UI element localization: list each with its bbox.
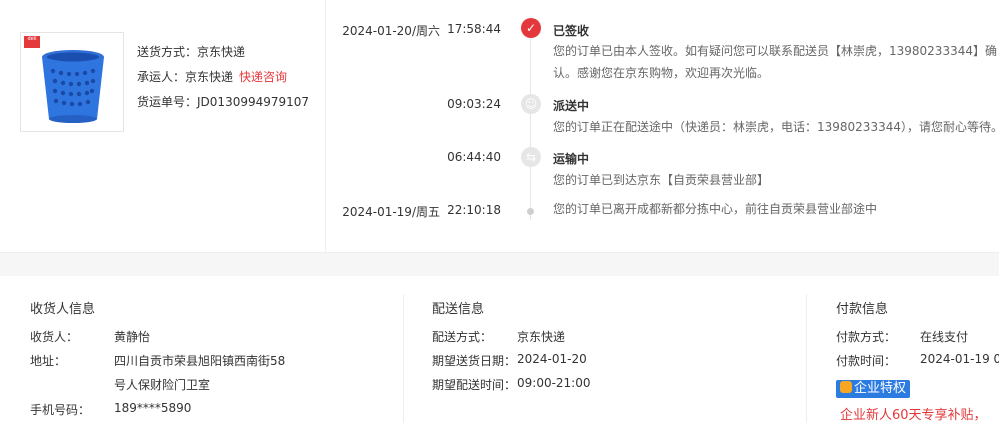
carrier-value: 京东快递 [185,70,234,84]
timeline-description: 您的订单已由本人签收。如有疑问您可以联系配送员【林崇虎，13980233344】… [553,44,997,80]
timeline-date: 2024-01-20/周六 [342,24,440,38]
timeline-time: 22:10:18 [447,203,501,217]
timeline-line [530,30,531,220]
timeline-status: 派送中 [553,99,590,113]
shipping-carrier: 承运人：京东快递 快递咨询 [137,68,287,85]
address-line-2: 号人保财险门卫室 [114,378,211,392]
expected-time: 09:00-21:00 [517,376,591,390]
section-band [0,252,999,276]
address-line-1: 四川自贡市荣县旭阳镇西南街58 [114,354,286,368]
receiver-info-title: 收货人信息 [30,302,96,317]
shipping-method: 送货方式：京东快递 [137,43,245,60]
shipping-method-value: 京东快递 [197,45,246,59]
column-divider [403,294,404,423]
timeline-description: 您的订单正在配送途中（快递员：林崇虎，电话：13980233344），请您耐心等… [553,120,999,134]
truck-icon: ⇆ [521,147,541,167]
payment-method: 在线支付 [920,330,969,344]
receiver-name-label: 收货人： [30,330,79,344]
shipping-tracking: 货运单号：JD0130994979107 [137,93,309,110]
phone-value: 189****5890 [114,401,192,415]
timeline-description: 您的订单已到达京东【自贡荣县营业部】 [553,173,770,187]
shipping-method-label: 送货方式： [137,45,198,59]
timeline-status: 运输中 [553,152,590,166]
check-icon: ✓ [521,18,541,38]
expected-time-label: 期望配送时间： [432,378,517,392]
delivery-info-title: 配送信息 [432,302,485,317]
receiver-name: 黄静怡 [114,330,151,344]
timeline-time: 09:03:24 [447,97,501,111]
enterprise-privilege-label: 企业特权 [854,381,907,396]
courier-inquiry-link[interactable]: 快递咨询 [239,70,287,84]
tracking-label: 货运单号： [137,95,198,109]
timeline-date: 2024-01-19/周五 [342,205,440,219]
address-label: 地址： [30,354,67,368]
timeline-time: 06:44:40 [447,150,501,164]
payment-time-label: 付款时间： [836,354,897,368]
delivery-method: 京东快递 [517,330,566,344]
payment-info-title: 付款信息 [836,302,889,317]
payment-method-label: 付款方式： [836,330,897,344]
payment-time: 2024-01-19 09 [920,352,999,366]
gift-icon [840,381,852,393]
wastebasket-image [42,50,104,123]
phone-label: 手机号码： [30,403,91,417]
timeline-time: 17:58:44 [447,22,501,36]
timeline-status: 已签收 [553,24,590,38]
product-thumbnail[interactable]: deli [20,32,124,132]
timeline-description: 您的订单已离开成都新都分拣中心，前往自贡荣县营业部途中 [553,202,878,216]
carrier-label: 承运人： [137,70,186,84]
expected-date: 2024-01-20 [517,352,587,366]
delivery-method-label: 配送方式： [432,330,493,344]
courier-icon: ☺ [521,94,541,114]
enterprise-promo-text[interactable]: 企业新人60天专享补贴， [840,404,999,423]
dot-icon [527,208,534,215]
column-divider [806,294,807,423]
expected-date-label: 期望送货日期： [432,354,517,368]
tracking-number: JD0130994979107 [197,95,310,109]
enterprise-privilege-badge[interactable]: 企业特权 [836,380,911,398]
